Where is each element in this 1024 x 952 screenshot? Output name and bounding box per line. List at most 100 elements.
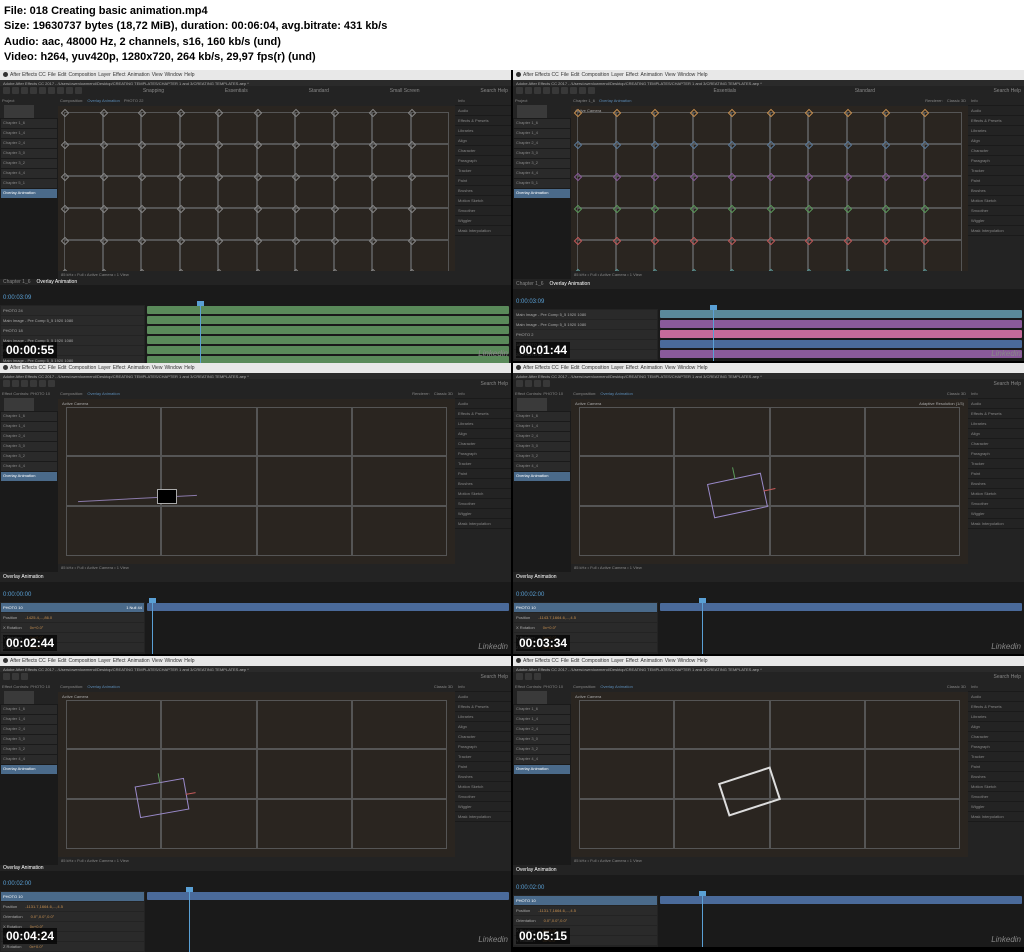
panel-paint[interactable]: Paint [455,762,511,772]
selection-tool[interactable] [3,380,10,387]
menu-edit[interactable]: Edit [571,365,580,371]
menu-animation[interactable]: Animation [640,658,662,664]
project-list[interactable]: Chapter 1_6 Chapter 1_4 Chapter 2_4 Chap… [513,411,571,572]
selection-tool[interactable] [516,87,523,94]
current-time[interactable]: 0:00:03:09 [516,299,544,305]
hand-tool[interactable] [525,380,532,387]
panel-effects[interactable]: Effects & Presets [455,702,511,712]
menu-effect[interactable]: Effect [626,72,639,78]
track-bar[interactable] [660,896,1022,904]
panel-info[interactable]: Info [968,96,1024,106]
project-item[interactable]: Chapter 3_0 [514,735,570,744]
project-item[interactable]: Chapter 3_2 [514,452,570,461]
search-help[interactable]: Search Help [480,674,508,680]
track-bar[interactable] [660,330,1022,338]
timeline-tracks[interactable] [145,305,511,366]
comp-name[interactable]: Overlay Animation [87,391,119,396]
project-list[interactable]: Chapter 1_6 Chapter 1_4 Chapter 2_4 Chap… [0,411,58,572]
project-tab[interactable]: Project [2,98,56,103]
panel-paint[interactable]: Paint [968,762,1024,772]
panel-character[interactable]: Character [968,732,1024,742]
menu-layer[interactable]: Layer [611,365,624,371]
property-position[interactable]: Position-1143.7,1664.6,...,4.5 [514,613,657,622]
playhead[interactable] [713,309,714,361]
menu-layer[interactable]: Layer [98,365,111,371]
menu-animation[interactable]: Animation [640,365,662,371]
panel-paragraph[interactable]: Paragraph [968,156,1024,166]
menu-file[interactable]: File [561,72,569,78]
search-help[interactable]: Search Help [480,88,508,94]
project-list[interactable]: Chapter 1_6 Chapter 1_4 Chapter 2_4 Chap… [0,704,58,865]
timeline-tab-active[interactable]: Overlay Animation [516,867,557,873]
panel-smoother[interactable]: Smoother [455,499,511,509]
comp-name[interactable]: Overlay Animation [600,391,632,396]
panel-audio[interactable]: Audio [455,399,511,409]
menu-effect[interactable]: Effect [626,365,639,371]
camera-tool[interactable] [552,87,559,94]
panel-paragraph[interactable]: Paragraph [455,156,511,166]
timeline-layer-selected[interactable]: PHOTO 10 [1,892,144,901]
track-bar[interactable] [147,336,509,344]
snapping-label[interactable]: Snapping [143,88,164,94]
panel-effects[interactable]: Effects & Presets [455,116,511,126]
project-item[interactable]: Chapter 1_6 [1,705,57,714]
current-time[interactable]: 0:00:02:00 [3,881,31,887]
hand-tool[interactable] [12,673,19,680]
timeline-layer[interactable]: PHOTO 18 [1,326,144,335]
panel-info[interactable]: Info [455,96,511,106]
timeline-layer[interactable]: PHOTO 2 [514,330,657,339]
panel-libraries[interactable]: Libraries [455,712,511,722]
composition-viewer[interactable]: Active Camera [571,692,968,857]
playhead[interactable] [702,895,703,947]
track-bar[interactable] [660,310,1022,318]
project-item[interactable]: Chapter 2_4 [1,432,57,441]
shape-tool[interactable] [57,87,64,94]
menu-window[interactable]: Window [677,365,695,371]
panel-character[interactable]: Character [455,439,511,449]
project-item[interactable]: Chapter 3_0 [1,149,57,158]
property-position[interactable]: Position-1131.7,1664.6,...,4.5 [1,902,144,911]
playhead[interactable] [189,891,190,952]
project-list[interactable]: Chapter 1_6 Chapter 1_4 Chapter 2_4 Chap… [513,704,571,865]
selection-tool[interactable] [516,673,523,680]
panel-smoother[interactable]: Smoother [968,499,1024,509]
project-item[interactable]: Chapter 5_1 [514,179,570,188]
menu-effect[interactable]: Effect [113,365,126,371]
composition-viewer[interactable]: Active Camera [571,106,968,271]
panel-paint[interactable]: Paint [455,469,511,479]
panel-brushes[interactable]: Brushes [968,772,1024,782]
panel-mask-interp[interactable]: Mask Interpolation [455,226,511,236]
panel-wiggler[interactable]: Wiggler [455,802,511,812]
menu-layer[interactable]: Layer [611,72,624,78]
property-position[interactable]: Position-1425.4,...,86.0 [1,613,144,622]
project-item[interactable]: Chapter 1_6 [1,412,57,421]
timeline-tab-active[interactable]: Overlay Animation [516,574,557,580]
viewer-footer[interactable]: 85 kHz • Full • Active Camera • 1 View [58,564,455,572]
menu-window[interactable]: Window [164,72,182,78]
project-item[interactable]: Chapter 1_6 [514,119,570,128]
menu-view[interactable]: View [152,72,163,78]
menu-window[interactable]: Window [164,658,182,664]
project-item[interactable]: Chapter 4_4 [514,462,570,471]
comp-name[interactable]: Overlay Animation [600,684,632,689]
timeline-layer[interactable]: Main Image - Pre Comp 5_5 1920 1080 [514,320,657,329]
panel-align[interactable]: Align [455,429,511,439]
panel-audio[interactable]: Audio [968,106,1024,116]
menu-composition[interactable]: Composition [581,72,609,78]
menu-animation[interactable]: Animation [127,72,149,78]
project-item[interactable]: Chapter 3_2 [1,452,57,461]
menu-view[interactable]: View [665,365,676,371]
menu-file[interactable]: File [48,365,56,371]
panel-align[interactable]: Align [968,136,1024,146]
menu-effect[interactable]: Effect [113,72,126,78]
timeline-tracks[interactable] [145,891,511,952]
selection-tool[interactable] [3,87,10,94]
panel-motion-sketch[interactable]: Motion Sketch [968,196,1024,206]
panel-paint[interactable]: Paint [968,469,1024,479]
project-item-selected[interactable]: Overlay Animation [514,189,570,198]
panel-align[interactable]: Align [455,136,511,146]
viewer-footer[interactable]: 85 kHz • Full • Active Camera • 1 View [58,857,455,865]
renderer-value[interactable]: Classic 3D [947,684,966,689]
project-item[interactable]: Chapter 2_4 [1,139,57,148]
property-position[interactable]: Position-1131.7,1664.6,...,4.5 [514,906,657,915]
